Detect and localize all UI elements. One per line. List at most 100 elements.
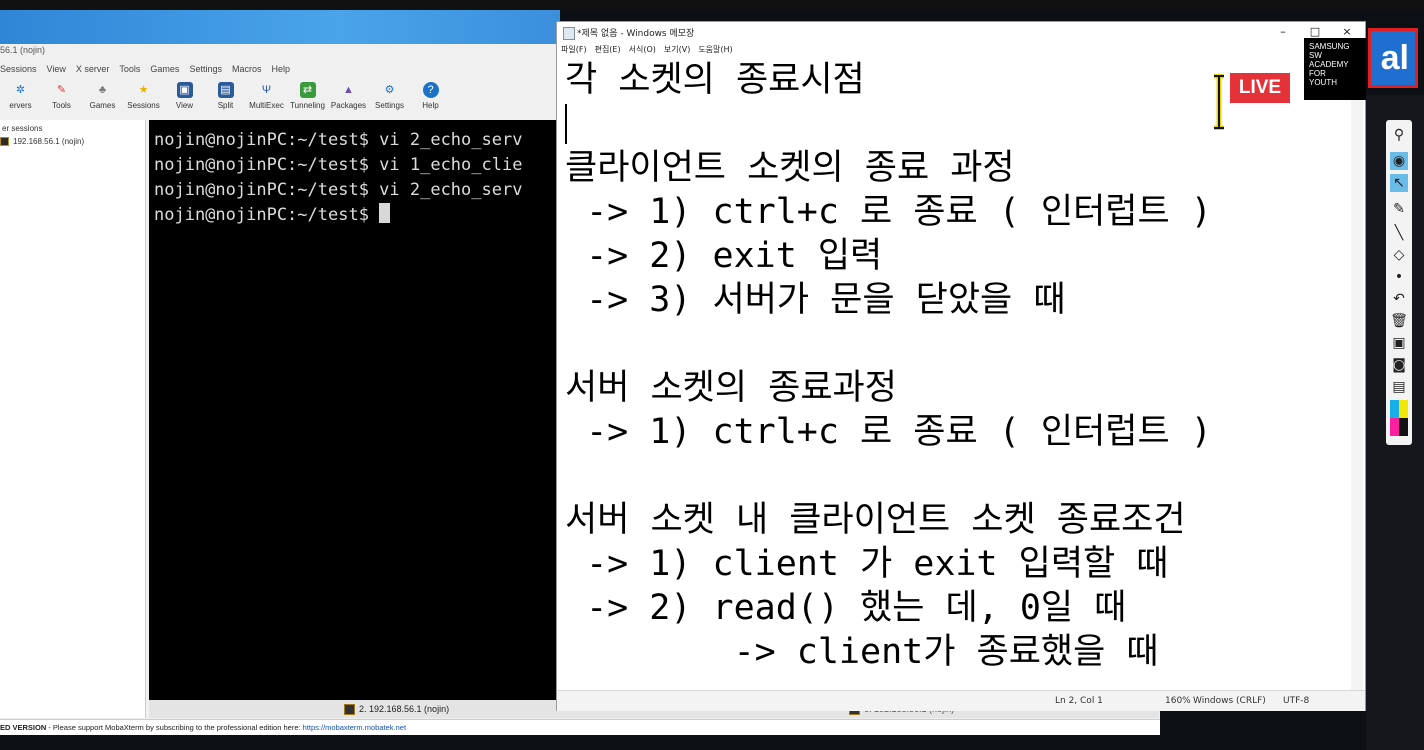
vertical-scrollbar[interactable] (1351, 58, 1363, 694)
session-label: 192.168.56.1 (nojin) (13, 137, 85, 146)
menu-games[interactable]: Games (150, 64, 179, 80)
packages-icon: ▲ (343, 84, 354, 96)
text-line: -> 2) exit 입력 (565, 236, 883, 276)
channel-logo: al (1368, 28, 1418, 88)
logo-text: ACADEMY (1309, 60, 1349, 69)
split-icon: ▤ (217, 82, 234, 98)
pointer-icon[interactable]: ↖ (1390, 174, 1408, 192)
toolbar-settings-button[interactable]: ⚙ Settings (369, 80, 410, 116)
camera-icon[interactable]: ◙ (1390, 356, 1408, 374)
toolbar-label: Split (217, 101, 234, 110)
eye-icon[interactable]: ◉ (1390, 152, 1408, 170)
status-message: - Please support MobaXterm by subscribin… (46, 723, 303, 732)
sessions-sidebar: er sessions 192.168.56.1 (nojin) (0, 120, 146, 718)
annotation-toolbar: ⚲ ◉ ↖ ✎ ╲ ◇ • ↶ 🗑 ▣ ◙ ▤ (1386, 120, 1412, 445)
text-line: 서버 소켓의 종료과정 (565, 368, 897, 408)
star-icon: ★ (138, 84, 149, 96)
moba-statusbar: ED VERSION - Please support MobaXterm by… (0, 719, 1160, 735)
servers-icon: ✲ (15, 84, 26, 96)
pin-icon[interactable]: ⚲ (1390, 126, 1408, 144)
trash-icon[interactable]: 🗑 (1390, 312, 1408, 330)
terminal-line: nojin@nojinPC:~/test$ vi 2_echo_serv (154, 180, 523, 200)
close-button[interactable]: × (1337, 25, 1357, 38)
menu-format[interactable]: 서식(O) (629, 44, 656, 58)
zoom-level: 160% (1165, 696, 1191, 706)
terminal-icon (344, 703, 355, 715)
undo-icon[interactable]: ↶ (1390, 290, 1408, 308)
toolbar-packages-button[interactable]: ▲ Packages (328, 80, 369, 116)
toolbar-label: Tools (52, 101, 71, 110)
toolbar-games-button[interactable]: ♣ Games (82, 80, 123, 116)
text-line: 클라이언트 소켓의 종료 과정 (565, 148, 1015, 188)
toolbar-tools-button[interactable]: ✎ Tools (41, 80, 82, 116)
view-icon: ▣ (176, 82, 193, 98)
notepad-title: *제목 없음 - Windows 메모장 (577, 29, 695, 39)
terminal[interactable]: nojin@nojinPC:~/test$ vi 2_echo_serv noj… (149, 120, 559, 700)
menu-view[interactable]: View (47, 64, 66, 80)
notepad-text-area[interactable]: 각 소켓의 종료시점 클라이언트 소켓의 종료 과정 -> 1) ctrl+c … (565, 58, 1345, 674)
tools-icon: ✎ (56, 84, 67, 96)
tunneling-icon: ⇄ (299, 82, 316, 98)
notepad-window: *제목 없음 - Windows 메모장 – □ × 파일(F) 편집(E) 서… (556, 21, 1366, 711)
terminal-icon (0, 137, 9, 146)
toolbar-servers-button[interactable]: ✲ ervers (0, 80, 41, 116)
maximize-button[interactable]: □ (1305, 25, 1325, 38)
menu-settings[interactable]: Settings (189, 64, 222, 80)
toolbar-label: MultiExec (249, 101, 284, 110)
toolbar-label: View (175, 101, 194, 110)
settings-icon: ⚙ (384, 84, 395, 96)
board-icon[interactable]: ▣ (1390, 334, 1408, 352)
text-line: -> 1) ctrl+c 로 종료 ( 인터럽트 ) (565, 412, 1212, 452)
toolbar-help-button[interactable]: ? Help (410, 80, 451, 116)
toolbar-label: Settings (375, 101, 404, 110)
toolbar-tunneling-button[interactable]: ⇄ Tunneling (287, 80, 328, 116)
menu-tools[interactable]: Tools (119, 64, 140, 80)
dot-icon[interactable]: • (1390, 268, 1408, 286)
text-line (565, 454, 1345, 498)
mobaxterm-link[interactable]: https://mobaxterm.mobatek.net (303, 723, 406, 732)
menu-file[interactable]: 파일(F) (561, 44, 587, 58)
toolbar-split-button[interactable]: ▤ Split (205, 80, 246, 116)
samsung-academy-logo: SAMSUNG SW ACADEMY FOR YOUTH (1304, 38, 1366, 100)
eraser-icon[interactable]: ◇ (1390, 246, 1408, 264)
text-line: -> 3) 서버가 문을 닫았을 때 (565, 280, 1066, 320)
multiexec-icon: Ψ (261, 84, 272, 96)
tab-session-2[interactable]: 2. 192.168.56.1 (nojin) (344, 701, 449, 717)
menu-help[interactable]: 도움말(H) (698, 44, 732, 58)
menu-help[interactable]: Help (271, 64, 290, 80)
notepad-icon (563, 27, 575, 40)
tab-label: 2. 192.168.56.1 (nojin) (359, 704, 450, 714)
games-icon: ♣ (98, 84, 107, 96)
menu-edit[interactable]: 편집(E) (595, 44, 621, 58)
toolbar-view-button[interactable]: ▣ View (164, 80, 205, 116)
moba-window-title: 56.1 (nojin) (0, 45, 46, 55)
logo-text: SAMSUNG (1309, 42, 1350, 51)
text-line: -> 2) read() 했는 데, 0일 때 (565, 588, 1127, 628)
minimize-button[interactable]: – (1273, 25, 1293, 38)
text-line: -> client가 종료했을 때 (565, 632, 1159, 672)
menu-macros[interactable]: Macros (232, 64, 262, 80)
top-band (0, 0, 1424, 10)
terminal-line: nojin@nojinPC:~/test$ vi 1_echo_clie (154, 155, 523, 175)
encoding: UTF-8 (1283, 696, 1310, 706)
toolbar-label: Sessions (127, 101, 160, 110)
terminal-line: nojin@nojinPC:~/test$ vi 2_echo_serv (154, 130, 523, 150)
terminal-prompt-line: nojin@nojinPC:~/test$ (149, 203, 559, 228)
color-swatch-icon[interactable] (1390, 400, 1408, 418)
menu-xserver[interactable]: X server (76, 64, 110, 80)
logo-text: SW (1309, 51, 1322, 60)
toolbar-sessions-button[interactable]: ★ Sessions (123, 80, 164, 116)
clipboard-icon[interactable]: ▤ (1390, 378, 1408, 396)
text-line: -> 1) client 가 exit 입력할 때 (565, 544, 1169, 584)
toolbar-multiexec-button[interactable]: Ψ MultiExec (246, 80, 287, 116)
color-swatch-icon[interactable] (1390, 418, 1408, 436)
menu-sessions[interactable]: Sessions (0, 64, 37, 80)
line-icon[interactable]: ╲ (1390, 224, 1408, 242)
line-ending: Windows (CRLF) (1193, 696, 1266, 706)
session-item[interactable]: 192.168.56.1 (nojin) (0, 133, 145, 146)
menu-view[interactable]: 보기(V) (664, 44, 690, 58)
toolbar-label: Packages (330, 101, 367, 110)
terminal-prompt: nojin@nojinPC:~/test$ (154, 205, 380, 225)
notepad-titlebar: *제목 없음 - Windows 메모장 – □ × (557, 22, 1365, 44)
pen-icon[interactable]: ✎ (1390, 200, 1408, 218)
